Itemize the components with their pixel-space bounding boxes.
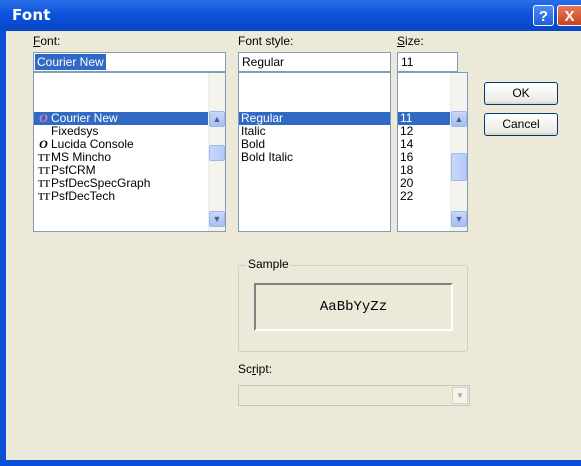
font-list-item-label: PsfCRM bbox=[51, 163, 96, 177]
font-list-item-label: Fixedsys bbox=[51, 124, 99, 138]
font-list-items: O Courier New Fixedsys O Lucida Console TT MS … bbox=[34, 112, 225, 203]
size-value: 11 bbox=[401, 55, 414, 69]
sample-group-label: Sample bbox=[246, 257, 291, 271]
truetype-icon: TT bbox=[37, 192, 50, 203]
scroll-down-icon[interactable]: ▼ bbox=[451, 211, 467, 227]
font-name-input[interactable]: Courier New bbox=[33, 52, 226, 72]
size-input[interactable]: 11 bbox=[397, 52, 458, 72]
window-title: Font bbox=[12, 6, 51, 24]
font-list[interactable]: O Courier New Fixedsys O Lucida Console TT MS … bbox=[33, 72, 226, 232]
opentype-icon: O bbox=[39, 137, 48, 151]
font-list-item[interactable]: TT PsfDecTech bbox=[34, 189, 225, 204]
ok-button[interactable]: OK bbox=[484, 82, 558, 105]
cancel-button[interactable]: Cancel bbox=[484, 113, 558, 136]
sample-preview: AaBbYyZz bbox=[254, 283, 453, 331]
font-list-scrollbar[interactable]: ▲ ▼ bbox=[208, 73, 225, 231]
size-list-scrollbar[interactable]: ▲ ▼ bbox=[450, 73, 467, 231]
size-list[interactable]: 11 12 14 16 18 20 22 ▲ ▼ bbox=[397, 72, 468, 232]
scroll-thumb[interactable] bbox=[451, 153, 467, 181]
font-list-item-label: MS Mincho bbox=[51, 150, 112, 164]
font-list-item-label: Courier New bbox=[51, 111, 118, 125]
size-label-visible: Size: bbox=[397, 34, 424, 48]
opentype-icon: O bbox=[39, 111, 48, 125]
font-style-list-item[interactable]: Bold Italic bbox=[239, 151, 390, 164]
chevron-down-icon[interactable]: ▼ bbox=[452, 387, 468, 404]
scroll-up-icon[interactable]: ▲ bbox=[209, 111, 225, 127]
font-style-list[interactable]: Regular Italic Bold Bold Italic bbox=[238, 72, 391, 232]
close-button[interactable]: X bbox=[557, 5, 581, 26]
font-label-visible: Font: bbox=[33, 34, 61, 48]
font-style-value: Regular bbox=[242, 55, 285, 69]
scroll-thumb[interactable] bbox=[209, 145, 225, 161]
scroll-down-icon[interactable]: ▼ bbox=[209, 211, 225, 227]
font-style-input[interactable]: Regular bbox=[238, 52, 391, 72]
script-select[interactable]: ▼ bbox=[238, 385, 470, 406]
font-list-item-label: PsfDecSpecGraph bbox=[51, 176, 151, 190]
font-name-value: Courier New bbox=[35, 54, 106, 70]
font-list-item-label: Lucida Console bbox=[51, 137, 134, 151]
font-list-item-label: PsfDecTech bbox=[51, 189, 116, 203]
scroll-up-icon[interactable]: ▲ bbox=[451, 111, 467, 127]
help-button[interactable]: ? bbox=[533, 5, 554, 26]
title-bar[interactable]: Font ? X bbox=[0, 0, 581, 31]
font-style-list-items: Regular Italic Bold Bold Italic bbox=[239, 112, 390, 164]
font-style-label-visible: Font style: bbox=[238, 34, 294, 48]
script-label: Script: bbox=[238, 362, 273, 376]
